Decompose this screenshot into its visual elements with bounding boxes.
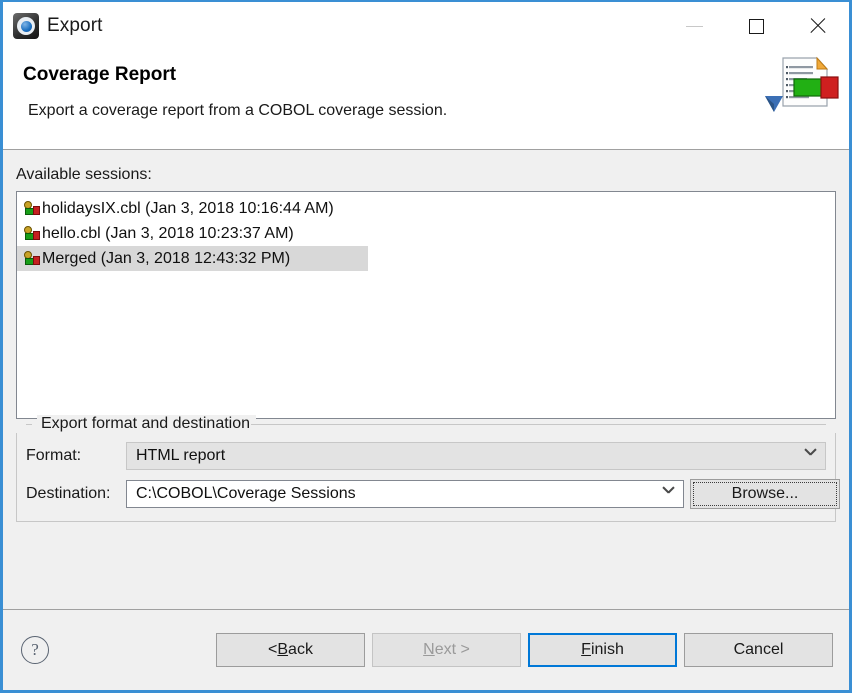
coverage-session-icon [23, 226, 40, 241]
format-row: Format: HTML report [26, 442, 826, 470]
export-icon-dot [21, 21, 32, 32]
list-item[interactable]: hello.cbl (Jan 3, 2018 10:23:37 AM) [17, 221, 835, 246]
window-controls [663, 2, 849, 50]
list-item-label: holidaysIX.cbl (Jan 3, 2018 10:16:44 AM) [42, 200, 334, 218]
available-sessions-label: Available sessions: [16, 166, 836, 184]
list-item-label: Merged (Jan 3, 2018 12:43:32 PM) [42, 250, 290, 268]
page-title: Coverage Report [23, 64, 829, 86]
minimize-button[interactable] [663, 2, 725, 50]
browse-focus-ring [693, 482, 837, 506]
available-sessions-list[interactable]: holidaysIX.cbl (Jan 3, 2018 10:16:44 AM)… [16, 191, 836, 419]
export-wizard-dialog: Export Coverage Report Export a coverage… [0, 0, 852, 693]
finish-button[interactable]: Finish [528, 633, 677, 667]
export-icon-ring [17, 17, 35, 35]
export-format-group: Export format and destination Format: HT… [16, 433, 836, 522]
page-description: Export a coverage report from a COBOL co… [28, 102, 829, 120]
group-legend: Export format and destination [37, 415, 256, 433]
coverage-session-icon [23, 201, 40, 216]
format-combobox[interactable]: HTML report [126, 442, 826, 470]
finish-button-suffix: inish [591, 641, 624, 659]
finish-button-mnemonic: F [581, 641, 591, 659]
group-border-right [251, 424, 826, 425]
format-value: HTML report [136, 447, 225, 465]
next-button-mnemonic: N [423, 641, 435, 659]
destination-combobox[interactable]: C:\COBOL\Coverage Sessions [126, 480, 684, 508]
list-item-label: hello.cbl (Jan 3, 2018 10:23:37 AM) [42, 225, 294, 243]
maximize-button[interactable] [725, 2, 787, 50]
list-item-selected[interactable]: Merged (Jan 3, 2018 12:43:32 PM) [17, 246, 368, 271]
browse-button[interactable]: Browse... [690, 479, 840, 509]
format-label: Format: [26, 447, 126, 465]
wizard-footer: ? < Back Next > Finish Cancel [3, 609, 849, 690]
chevron-down-icon [663, 487, 674, 498]
destination-value: C:\COBOL\Coverage Sessions [136, 485, 356, 503]
wizard-header: Coverage Report Export a coverage report… [3, 50, 849, 150]
list-item[interactable]: holidaysIX.cbl (Jan 3, 2018 10:16:44 AM) [17, 196, 835, 221]
wizard-button-row: < Back Next > Finish Cancel [216, 633, 833, 667]
destination-label: Destination: [26, 485, 126, 503]
back-button[interactable]: < Back [216, 633, 365, 667]
window-title: Export [47, 15, 103, 37]
wizard-body: Available sessions: holidaysIX.cbl (Jan … [3, 150, 849, 609]
chevron-down-icon [805, 449, 816, 460]
next-button: Next > [372, 633, 521, 667]
cancel-button[interactable]: Cancel [684, 633, 833, 667]
back-button-prefix: < [268, 641, 277, 659]
cancel-button-label: Cancel [734, 641, 784, 659]
close-button[interactable] [787, 2, 849, 50]
group-border-left [26, 424, 32, 425]
coverage-report-banner-icon [761, 46, 839, 122]
title-bar: Export [3, 2, 849, 50]
help-question-icon[interactable]: ? [21, 636, 49, 664]
minimize-icon [686, 26, 703, 27]
destination-row: Destination: C:\COBOL\Coverage Sessions … [26, 479, 826, 509]
next-button-suffix: ext > [435, 641, 470, 659]
back-button-suffix: ack [288, 641, 313, 659]
close-icon [808, 16, 828, 36]
export-wizard-icon [13, 13, 39, 39]
coverage-session-icon [23, 251, 40, 266]
back-button-mnemonic: B [277, 641, 288, 659]
maximize-icon [749, 19, 764, 34]
